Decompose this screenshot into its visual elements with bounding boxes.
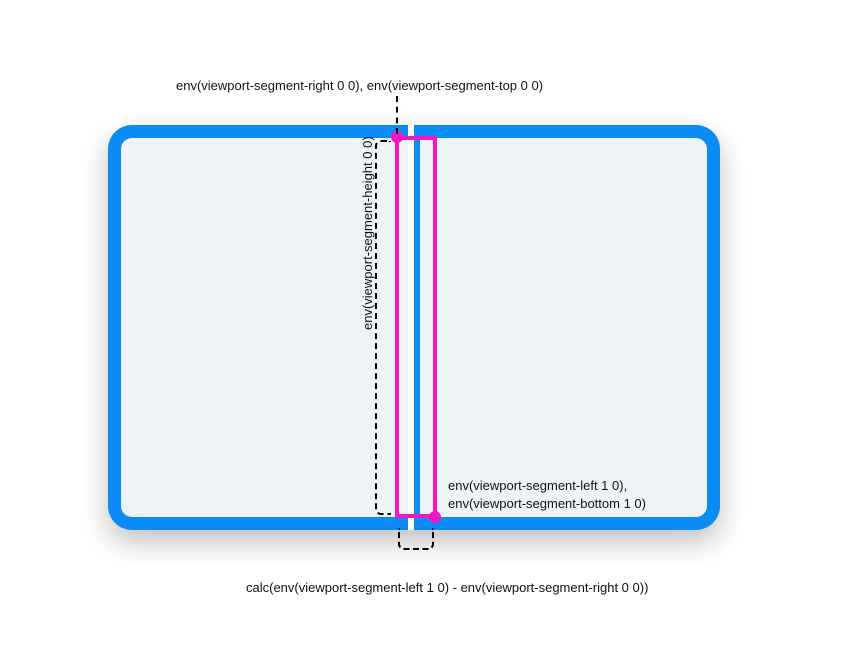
label-bottom-right-coord-line1: env(viewport-segment-left 1 0), — [448, 478, 627, 493]
label-hinge-width-calc: calc(env(viewport-segment-left 1 0) - en… — [246, 580, 648, 595]
corner-dot-bottom-right — [429, 511, 441, 523]
highlight-hinge-rect — [395, 136, 437, 518]
leader-line-top — [396, 96, 398, 134]
label-bottom-right-coord-line2: env(viewport-segment-bottom 1 0) — [448, 496, 646, 511]
viewport-segment-1-0 — [414, 125, 720, 530]
bracket-width — [398, 528, 434, 550]
bracket-height — [375, 140, 391, 515]
label-top-right-coord: env(viewport-segment-right 0 0), env(vie… — [176, 78, 543, 93]
label-segment-height: env(viewport-segment-height 0 0) — [360, 136, 375, 330]
diagram-stage: env(viewport-segment-right 0 0), env(vie… — [0, 0, 848, 669]
